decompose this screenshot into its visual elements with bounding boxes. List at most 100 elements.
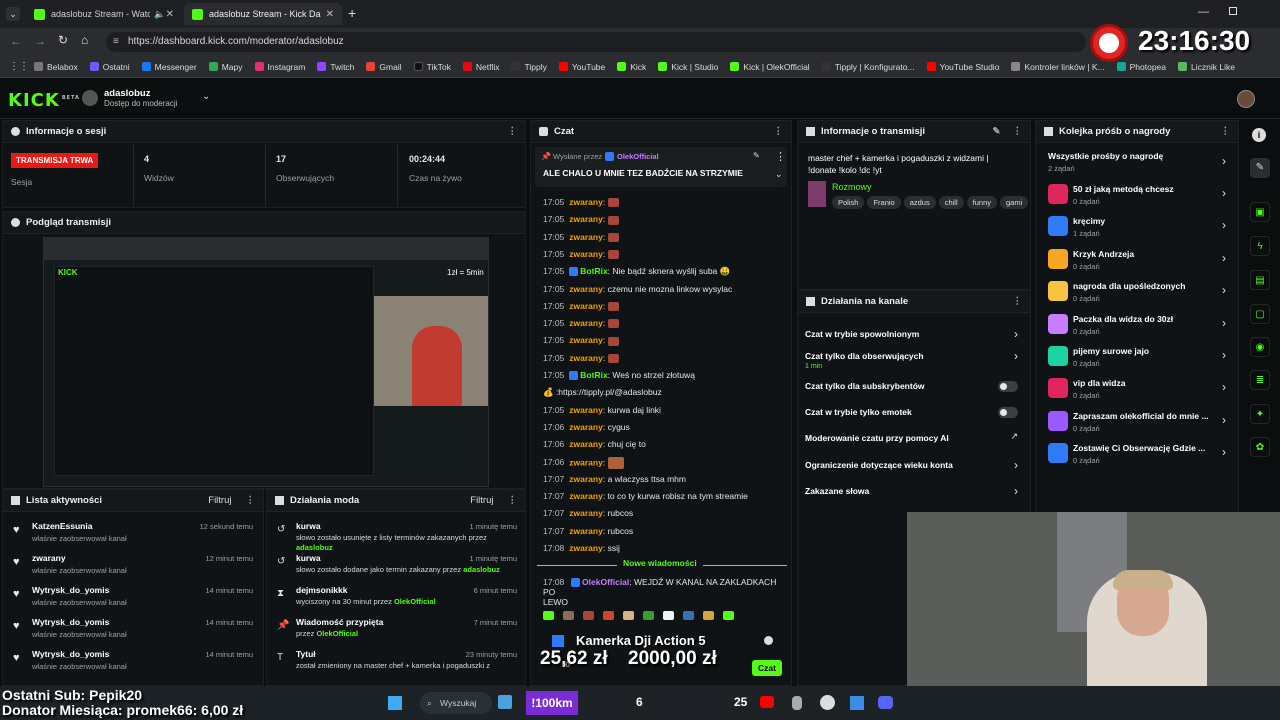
reward-item[interactable]: Paczka dla widza do 30zł 0 żądań ›: [1036, 312, 1238, 340]
kick-logo[interactable]: KICK BETA: [8, 90, 80, 111]
bookmark[interactable]: Ostatni: [89, 62, 130, 72]
chat-username[interactable]: BotRix: [580, 370, 607, 380]
chat-username[interactable]: zwarany: [569, 318, 603, 328]
youtube-app-icon[interactable]: [760, 696, 774, 708]
chat-username[interactable]: zwarany: [569, 405, 603, 415]
chat-username[interactable]: zwarany: [569, 284, 603, 294]
activity-user[interactable]: Wytrysk_do_yomis: [32, 585, 109, 595]
address-bar[interactable]: ≡ https://dashboard.kick.com/moderator/a…: [106, 32, 1086, 52]
site-info-icon[interactable]: ≡: [113, 32, 119, 52]
chat-username[interactable]: OlekOfficial: [582, 577, 629, 587]
bookmark[interactable]: Tipply: [511, 62, 547, 72]
channel-action-row[interactable]: Moderowanie czatu przy pomocy AI ↗: [798, 431, 1030, 455]
more-options-icon[interactable]: ⋮: [1221, 126, 1231, 137]
chat-username[interactable]: zwarany: [569, 491, 603, 501]
toggle-switch[interactable]: [998, 407, 1018, 418]
speaker-icon[interactable]: 🔈: [154, 9, 165, 20]
emote-icon[interactable]: [683, 611, 694, 620]
emote-icon[interactable]: [663, 611, 674, 620]
chat-username[interactable]: zwarany: [569, 214, 603, 224]
mod-action-by[interactable]: adaslobuz: [296, 543, 333, 552]
emote-icon[interactable]: [543, 611, 554, 620]
tag[interactable]: chill: [938, 196, 964, 209]
emote-icon[interactable]: [563, 611, 574, 620]
user-avatar[interactable]: [1237, 90, 1255, 108]
taskbar-search[interactable]: ⌕ Wyszukaj: [420, 692, 492, 714]
reward-item[interactable]: Krzyk Andrzeja 0 żądań ›: [1036, 247, 1238, 275]
chat-bubble-icon[interactable]: ▢: [1250, 304, 1270, 324]
expand-chevron-icon[interactable]: ⌄: [775, 169, 783, 180]
emote-icon[interactable]: [643, 611, 654, 620]
chat-username[interactable]: zwarany: [569, 474, 603, 484]
gift-icon[interactable]: ✿: [1250, 437, 1270, 457]
apps-grid-icon[interactable]: ⋮⋮: [9, 61, 29, 72]
chat-username[interactable]: zwarany: [569, 526, 603, 536]
close-tab-icon[interactable]: ✕: [326, 9, 334, 20]
edit-pencil-icon[interactable]: ✎: [993, 126, 1001, 137]
unpin-icon[interactable]: ✎: [753, 151, 760, 160]
channel-action-row[interactable]: Zakazane słowa ›: [798, 484, 1030, 508]
home-icon[interactable]: ⌂: [81, 33, 88, 47]
restore-icon[interactable]: [1229, 7, 1237, 15]
activity-user[interactable]: Wytrysk_do_yomis: [32, 649, 109, 659]
bookmark[interactable]: Gmail: [366, 62, 402, 72]
emote-icon[interactable]: [623, 611, 634, 620]
wrench-icon[interactable]: ✦: [1250, 404, 1270, 424]
reward-item[interactable]: nagroda dla upośledzonych 0 żądań ›: [1036, 279, 1238, 307]
toggle-switch[interactable]: [998, 381, 1018, 392]
bookmark[interactable]: Kick | Studio: [658, 62, 718, 72]
pinned-more-icon[interactable]: ⋮: [775, 150, 786, 163]
reward-item[interactable]: Zapraszam olekofficial do mnie ... 0 żąda…: [1036, 409, 1238, 437]
broadcast-icon[interactable]: ◉: [1250, 337, 1270, 357]
bookmark[interactable]: Twitch: [317, 62, 354, 72]
bookmark[interactable]: Kick: [617, 62, 646, 72]
emote-icon[interactable]: [583, 611, 594, 620]
back-icon[interactable]: ←: [10, 34, 22, 48]
more-options-icon[interactable]: ⋮: [246, 495, 256, 506]
bookmark[interactable]: Instagram: [254, 62, 305, 72]
chat-username[interactable]: zwarany: [569, 335, 603, 345]
tag[interactable]: funny: [966, 196, 997, 209]
more-options-icon[interactable]: ⋮: [774, 126, 784, 137]
minimize-icon[interactable]: —: [1198, 6, 1209, 18]
more-options-icon[interactable]: ⋮: [508, 495, 518, 506]
channel-action-row[interactable]: Czat tylko dla obserwujących 1 min ›: [798, 349, 1030, 373]
channel-action-row[interactable]: Czat w trybie tylko emotek: [798, 405, 1030, 429]
channel-switch-chevron-icon[interactable]: ⌄: [202, 91, 210, 102]
bookmark[interactable]: Kick | OlekOfficial: [730, 62, 810, 72]
category-name[interactable]: Rozmowy: [832, 182, 872, 192]
bolt-icon[interactable]: ϟ: [1250, 236, 1270, 256]
channel-action-row[interactable]: Czat tylko dla subskrybentów: [798, 379, 1030, 403]
tab-watch-live[interactable]: adaslobuz Stream - Watch Live 🔈 ✕: [26, 3, 182, 25]
chat-username[interactable]: zwarany: [569, 353, 603, 363]
discord-app-icon[interactable]: [878, 696, 893, 709]
bookmark[interactable]: Tipply | Konfigurato...: [821, 62, 915, 72]
chat-send-button[interactable]: Czat: [752, 660, 782, 676]
new-tab-icon[interactable]: +: [348, 5, 356, 21]
filter-button[interactable]: Filtruj: [208, 495, 231, 506]
bookmark[interactable]: TikTok: [413, 62, 451, 72]
chat-username[interactable]: zwarany: [569, 543, 603, 553]
mod-action-by[interactable]: OlekOfficial: [394, 597, 436, 606]
chat-username[interactable]: zwarany: [569, 422, 603, 432]
channel-action-row[interactable]: Ograniczenie dotyczące wieku konta ›: [798, 458, 1030, 482]
reward-item[interactable]: pijemy surowe jajo 0 żądań ›: [1036, 344, 1238, 372]
tag[interactable]: Polish: [832, 196, 865, 209]
chat-username[interactable]: BotRix: [580, 266, 607, 276]
all-rewards-row[interactable]: Wszystkie prośby o nagrodę 2 żądań ›: [1036, 149, 1238, 177]
screen-capture-icon[interactable]: ▣: [1250, 202, 1270, 222]
more-options-icon[interactable]: ⋮: [1013, 296, 1023, 307]
windows-start-icon[interactable]: [388, 696, 402, 710]
bookmark[interactable]: YouTube Studio: [926, 62, 999, 72]
app-icon[interactable]: [850, 696, 864, 710]
emote-icon[interactable]: [723, 611, 734, 620]
tag[interactable]: azdus: [903, 196, 936, 209]
app-icon[interactable]: [792, 696, 802, 710]
document-icon[interactable]: ▤: [1250, 270, 1270, 290]
taskbar-app-icon[interactable]: [498, 695, 512, 709]
mod-action-by[interactable]: OlekOfficial: [316, 629, 358, 638]
obs-app-icon[interactable]: [820, 695, 835, 710]
reward-item[interactable]: 50 zł jaką metodą chcesz 0 żądań ›: [1036, 182, 1238, 210]
reward-item[interactable]: Zostawię Ci Obserwację Gdzie ... 0 żądań ›: [1036, 441, 1238, 469]
more-options-icon[interactable]: ⋮: [1013, 126, 1023, 137]
